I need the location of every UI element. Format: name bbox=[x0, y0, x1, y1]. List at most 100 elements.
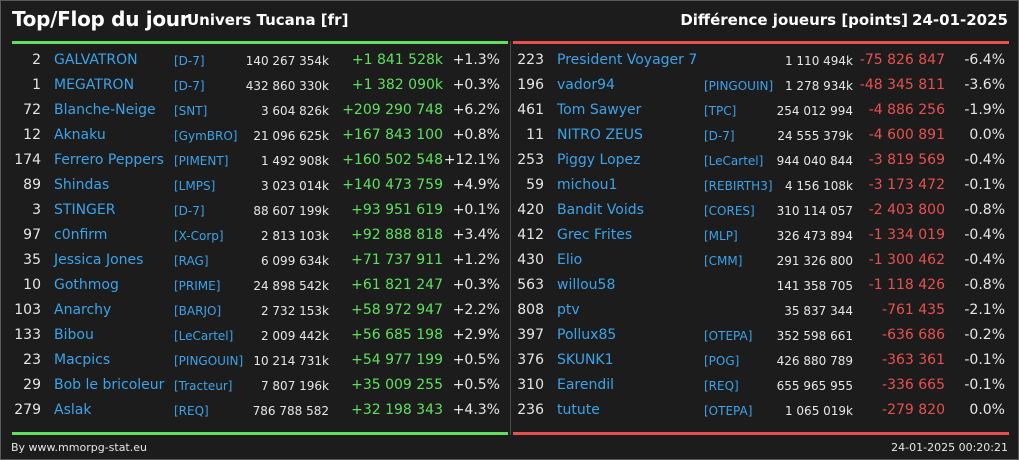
points-difference: -1 300 462 bbox=[868, 252, 945, 268]
percent-change: -0.8% bbox=[964, 277, 1005, 293]
player-row: 310 Earendil [REQ] 655 965 955 -336 665 -0.1% bbox=[513, 373, 1011, 398]
player-rank: 35 bbox=[23, 252, 41, 268]
player-rank: 72 bbox=[23, 102, 41, 118]
percent-change: -3.6% bbox=[964, 77, 1005, 93]
guild-tag-link[interactable]: [PINGOUIN] bbox=[704, 79, 773, 93]
guild-tag-link[interactable]: [Tracteur] bbox=[174, 379, 232, 393]
guild-tag-link[interactable]: [GymBRO] bbox=[174, 129, 237, 143]
player-points-total: 944 040 844 bbox=[776, 154, 853, 168]
player-name-link[interactable]: NITRO ZEUS bbox=[557, 127, 643, 143]
guild-tag-link[interactable]: [X-Corp] bbox=[174, 229, 224, 243]
player-name-link[interactable]: tutute bbox=[557, 402, 600, 418]
guild-tag-link[interactable]: [CORES] bbox=[704, 204, 755, 218]
points-difference: -279 820 bbox=[882, 402, 945, 418]
player-points-total: 2 009 442k bbox=[260, 329, 329, 343]
player-points-total: 1 278 934k bbox=[784, 79, 853, 93]
player-row: 174 Ferrero Peppers [PIMENT] 1 492 908k +160… bbox=[11, 148, 509, 173]
player-name-link[interactable]: President Voyager 7 bbox=[557, 52, 697, 68]
player-name-link[interactable]: willou58 bbox=[557, 277, 615, 293]
points-difference: -48 345 811 bbox=[859, 77, 945, 93]
percent-change: -0.1% bbox=[964, 352, 1005, 368]
guild-tag-link[interactable]: [REQ] bbox=[704, 379, 739, 393]
points-difference: +1 382 090k bbox=[351, 77, 443, 93]
player-rank: 2 bbox=[32, 52, 41, 68]
guild-tag-link[interactable]: [CMM] bbox=[704, 254, 742, 268]
player-row: 12 Aknaku [GymBRO] 21 096 625k +167 843 100 +… bbox=[11, 123, 509, 148]
player-rank: 461 bbox=[517, 102, 544, 118]
bottom-divider-red bbox=[513, 432, 1009, 435]
player-name-link[interactable]: MEGATRON bbox=[54, 77, 134, 93]
player-name-link[interactable]: c0nfirm bbox=[54, 227, 107, 243]
player-row: 236 tutute [OTEPA] 1 065 019k -279 820 0.0% bbox=[513, 398, 1011, 423]
player-points-total: 1 065 019k bbox=[784, 404, 853, 418]
guild-tag-link[interactable]: [REQ] bbox=[174, 404, 209, 418]
player-name-link[interactable]: Tom Sawyer bbox=[557, 102, 641, 118]
player-name-link[interactable]: Blanche-Neige bbox=[54, 102, 156, 118]
guild-tag-link[interactable]: [PRIME] bbox=[174, 279, 220, 293]
player-name-link[interactable]: Aslak bbox=[54, 402, 91, 418]
player-points-total: 7 807 196k bbox=[260, 379, 329, 393]
points-difference: -2 403 800 bbox=[868, 202, 945, 218]
generated-timestamp: 24-01-2025 00:20:21 bbox=[891, 441, 1008, 454]
guild-tag-link[interactable]: [SNT] bbox=[174, 104, 207, 118]
player-name-link[interactable]: Anarchy bbox=[54, 302, 111, 318]
percent-change: -0.1% bbox=[964, 377, 1005, 393]
player-name-link[interactable]: Pollux85 bbox=[557, 327, 616, 343]
guild-tag-link[interactable]: [LeCartel] bbox=[174, 329, 233, 343]
player-name-link[interactable]: Jessica Jones bbox=[54, 252, 143, 268]
guild-tag-link[interactable]: [RAG] bbox=[174, 254, 209, 268]
player-points-total: 2 732 153k bbox=[260, 304, 329, 318]
player-name-link[interactable]: Elio bbox=[557, 252, 582, 268]
player-name-link[interactable]: Macpics bbox=[54, 352, 110, 368]
guild-tag-link[interactable]: [LMPS] bbox=[174, 179, 215, 193]
player-row: 420 Bandit Voids [CORES] 310 114 057 -2 403 … bbox=[513, 198, 1011, 223]
player-name-link[interactable]: Bob le bricoleur bbox=[54, 377, 164, 393]
guild-tag-link[interactable]: [LeCartel] bbox=[704, 154, 763, 168]
guild-tag-link[interactable]: [D-7] bbox=[174, 79, 205, 93]
player-name-link[interactable]: Gothmog bbox=[54, 277, 119, 293]
player-name-link[interactable]: Shindas bbox=[54, 177, 109, 193]
guild-tag-link[interactable]: [PINGOUIN] bbox=[174, 354, 243, 368]
guild-tag-link[interactable]: [D-7] bbox=[704, 129, 735, 143]
player-points-total: 254 012 994 bbox=[776, 104, 853, 118]
player-rank: 3 bbox=[32, 202, 41, 218]
player-name-link[interactable]: ptv bbox=[557, 302, 580, 318]
player-name-link[interactable]: Bandit Voids bbox=[557, 202, 644, 218]
guild-tag-link[interactable]: [OTEPA] bbox=[704, 329, 752, 343]
player-points-total: 655 965 955 bbox=[776, 379, 853, 393]
guild-tag-link[interactable]: [POG] bbox=[704, 354, 739, 368]
guild-tag-link[interactable]: [D-7] bbox=[174, 54, 205, 68]
guild-tag-link[interactable]: [TPC] bbox=[704, 104, 736, 118]
player-name-link[interactable]: vador94 bbox=[557, 77, 615, 93]
player-row: 253 Piggy Lopez [LeCartel] 944 040 844 -3 81… bbox=[513, 148, 1011, 173]
player-row: 10 Gothmog [PRIME] 24 898 542k +61 821 247 +0… bbox=[11, 273, 509, 298]
percent-change: +6.2% bbox=[452, 102, 500, 118]
player-name-link[interactable]: Aknaku bbox=[54, 127, 106, 143]
player-name-link[interactable]: Ferrero Peppers bbox=[54, 152, 164, 168]
player-name-link[interactable]: Piggy Lopez bbox=[557, 152, 641, 168]
player-rank: 196 bbox=[517, 77, 544, 93]
percent-change: 0.0% bbox=[969, 402, 1005, 418]
guild-tag-link[interactable]: [PIMENT] bbox=[174, 154, 228, 168]
player-name-link[interactable]: Earendil bbox=[557, 377, 614, 393]
guild-tag-link[interactable]: [REBIRTH3] bbox=[704, 179, 773, 193]
player-name-link[interactable]: Grec Frites bbox=[557, 227, 632, 243]
player-name-link[interactable]: Bibou bbox=[54, 327, 94, 343]
guild-tag-link[interactable]: [D-7] bbox=[174, 204, 205, 218]
player-name-link[interactable]: SKUNK1 bbox=[557, 352, 614, 368]
player-name-link[interactable]: GALVATRON bbox=[54, 52, 138, 68]
guild-tag-link[interactable]: [OTEPA] bbox=[704, 404, 752, 418]
points-difference: -4 600 891 bbox=[868, 127, 945, 143]
percent-change: -0.4% bbox=[964, 227, 1005, 243]
points-difference: -4 886 256 bbox=[868, 102, 945, 118]
percent-change: 0.0% bbox=[969, 127, 1005, 143]
player-name-link[interactable]: michou1 bbox=[557, 177, 617, 193]
percent-change: -1.9% bbox=[964, 102, 1005, 118]
player-rank: 412 bbox=[517, 227, 544, 243]
guild-tag-link[interactable]: [MLP] bbox=[704, 229, 738, 243]
percent-change: -0.1% bbox=[964, 177, 1005, 193]
stats-card: Top/Flop du jour Univers Tucana [fr] Dif… bbox=[0, 0, 1019, 460]
percent-change: +2.9% bbox=[452, 327, 500, 343]
player-name-link[interactable]: STINGER bbox=[54, 202, 115, 218]
guild-tag-link[interactable]: [BARJO] bbox=[174, 304, 221, 318]
